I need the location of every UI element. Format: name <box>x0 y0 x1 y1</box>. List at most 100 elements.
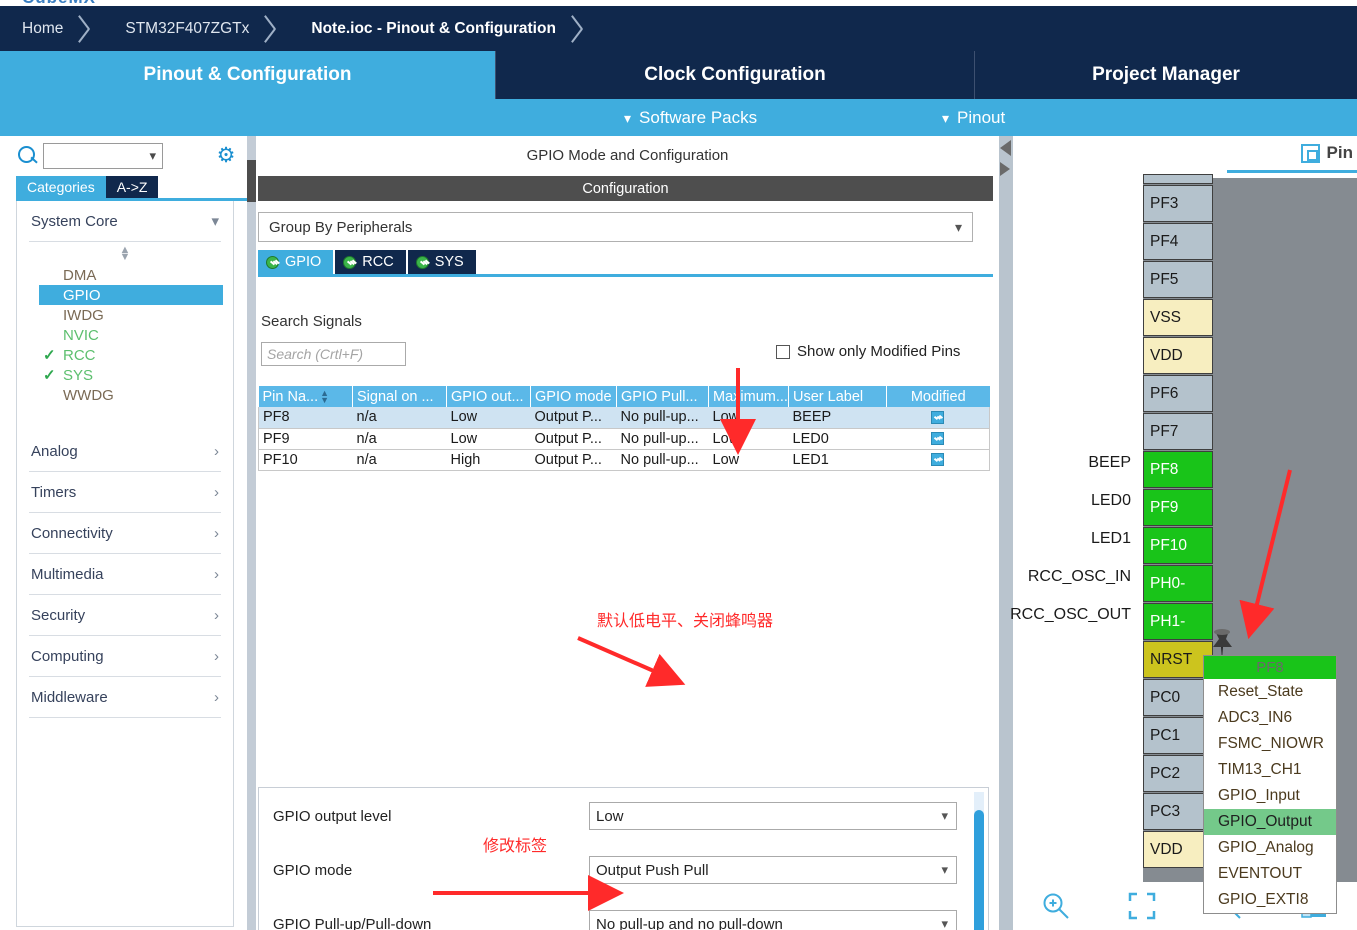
modified-checkbox[interactable] <box>931 432 945 446</box>
cell-modified[interactable] <box>886 449 990 471</box>
search-signals-input[interactable]: Search (Crtl+F) <box>261 342 406 366</box>
chevron-right-icon: › <box>214 524 219 542</box>
show-modified-pins-checkbox[interactable] <box>776 344 790 359</box>
chevron-right-icon: › <box>214 483 219 501</box>
breadcrumb-item-home[interactable]: Home <box>0 6 73 51</box>
tab-a-to-z[interactable]: A->Z <box>105 176 159 198</box>
context-menu-item-gpio-output[interactable]: GPIO_Output <box>1204 809 1336 835</box>
sidebar-item-iwdg[interactable]: IWDG <box>17 305 233 325</box>
chip-canvas[interactable]: BEEP LED0 LED1 RCC_OSC_IN RCC_OSC_OUT PF… <box>1010 174 1357 914</box>
sidebar-search-input[interactable]: ▾ <box>43 143 163 169</box>
scrollbar-thumb[interactable] <box>974 810 984 930</box>
sidebar-group-analog[interactable]: Analog › <box>17 431 233 471</box>
sidebar-item-dma[interactable]: DMA <box>17 265 233 285</box>
sidebar-group-label: Timers <box>31 483 77 501</box>
table-row[interactable]: PF10 n/a High Output P... No pull-up... … <box>258 449 990 471</box>
pin-pf3[interactable]: PF3 <box>1143 185 1213 222</box>
context-menu-item-reset-state[interactable]: Reset_State <box>1204 679 1336 705</box>
pin-pf8[interactable]: PF8 <box>1143 451 1213 488</box>
table-row[interactable]: PF8 n/a Low Output P... No pull-up... Lo… <box>258 407 990 429</box>
sidebar-item-sys[interactable]: ✓ SYS <box>17 365 233 385</box>
context-menu-item-gpio-input[interactable]: GPIO_Input <box>1204 783 1336 809</box>
context-menu-item-tim13-ch1[interactable]: TIM13_CH1 <box>1204 757 1336 783</box>
sidebar-group-security[interactable]: Security › <box>17 595 233 635</box>
modified-checkbox[interactable] <box>931 410 945 424</box>
sidebar-group-multimedia[interactable]: Multimedia › <box>17 554 233 594</box>
select-gpio-output-level[interactable]: Low ▾ <box>589 802 957 830</box>
check-icon: ✓ <box>43 367 56 384</box>
pin-ph1[interactable]: PH1- <box>1143 603 1213 640</box>
scroll-spinner-icon[interactable]: ▲ ▼ <box>17 242 233 263</box>
panel-collapse-strip[interactable] <box>999 136 1013 930</box>
menu-pinout[interactable]: ▾ Pinout <box>942 108 1005 128</box>
col-signal-on[interactable]: Signal on ... <box>352 386 447 407</box>
collapse-right-icon[interactable] <box>1000 162 1010 176</box>
collapse-left-icon[interactable] <box>1000 140 1011 156</box>
context-menu-item-fsmc-niowr[interactable]: FSMC_NIOWR <box>1204 731 1336 757</box>
select-gpio-mode[interactable]: Output Push Pull ▾ <box>589 856 957 884</box>
scrollbar-thumb[interactable] <box>247 160 256 202</box>
tab-categories[interactable]: Categories <box>16 176 106 198</box>
context-menu-item-eventout[interactable]: EVENTOUT <box>1204 861 1336 887</box>
pin-pf6[interactable]: PF6 <box>1143 375 1213 412</box>
sidebar-group-system-core[interactable]: System Core ▾ <box>17 201 233 241</box>
tab-rcc-label: RCC <box>362 254 394 270</box>
breadcrumb-item-mcu[interactable]: STM32F407ZGTx <box>103 6 259 51</box>
sidebar-group-computing[interactable]: Computing › <box>17 636 233 676</box>
cell-modified[interactable] <box>886 428 990 450</box>
sidebar-item-nvic[interactable]: NVIC <box>17 325 233 345</box>
group-by-select[interactable]: Group By Peripherals ▾ <box>258 212 973 242</box>
sidebar-group-timers[interactable]: Timers › <box>17 472 233 512</box>
sidebar-item-gpio[interactable]: GPIO <box>39 285 223 305</box>
show-modified-pins-label: Show only Modified Pins <box>797 343 961 360</box>
sidebar-item-wwdg[interactable]: WWDG <box>17 385 233 405</box>
pin-pf10[interactable]: PF10 <box>1143 527 1213 564</box>
show-modified-pins-row[interactable]: Show only Modified Pins <box>776 343 960 360</box>
col-maximum-speed[interactable]: Maximum... <box>708 386 789 407</box>
select-gpio-pull-up-pull-down[interactable]: No pull-up and no pull-down ▾ <box>589 910 957 930</box>
menu-software-packs[interactable]: ▾ Software Packs <box>624 108 757 128</box>
context-menu-item-gpio-analog[interactable]: GPIO_Analog <box>1204 835 1336 861</box>
breadcrumb-item-current[interactable]: Note.ioc - Pinout & Configuration <box>289 6 566 51</box>
pinout-view-panel: Pin BEEP LED0 LED1 RCC_OSC_IN RCC_OSC_OU… <box>999 136 1357 930</box>
pin-pf4[interactable]: PF4 <box>1143 223 1213 260</box>
tab-sys[interactable]: SYS <box>407 250 478 274</box>
tab-project-manager[interactable]: Project Manager <box>975 51 1357 99</box>
table-row[interactable]: PF9 n/a Low Output P... No pull-up... Lo… <box>258 428 990 450</box>
pin-partial-top[interactable] <box>1143 174 1213 184</box>
col-gpio-pull[interactable]: GPIO Pull... <box>616 386 709 407</box>
cell-pull: No pull-up... <box>616 428 709 450</box>
check-circle-icon <box>415 255 429 269</box>
zoom-in-icon[interactable] <box>1039 889 1073 923</box>
chevron-down-icon: ▾ <box>624 109 632 126</box>
pin-pf9[interactable]: PF9 <box>1143 489 1213 526</box>
col-user-label[interactable]: User Label <box>788 386 887 407</box>
context-menu-item-adc3-in6[interactable]: ADC3_IN6 <box>1204 705 1336 731</box>
tab-rcc[interactable]: RCC <box>335 250 408 274</box>
pin-vss[interactable]: VSS <box>1143 299 1213 336</box>
modified-checkbox[interactable] <box>931 453 945 467</box>
sidebar-group-connectivity[interactable]: Connectivity › <box>17 513 233 553</box>
pin-vdd[interactable]: VDD <box>1143 337 1213 374</box>
tab-clock-configuration[interactable]: Clock Configuration <box>496 51 975 99</box>
cell-pin-name: PF10 <box>258 449 353 471</box>
panel-scrollbar[interactable] <box>247 136 256 930</box>
gear-icon[interactable]: ⚙ <box>215 145 237 167</box>
tab-gpio[interactable]: GPIO <box>258 250 336 274</box>
form-scrollbar[interactable] <box>974 792 984 930</box>
col-gpio-output[interactable]: GPIO out... <box>446 386 531 407</box>
fit-to-screen-icon[interactable] <box>1125 889 1159 923</box>
col-pin-name[interactable]: Pin Na... ▲ ▼ <box>258 386 353 407</box>
context-menu-item-gpio-exti8[interactable]: GPIO_EXTI8 <box>1204 887 1336 913</box>
tab-pinout-configuration[interactable]: Pinout & Configuration <box>0 51 496 99</box>
col-gpio-mode[interactable]: GPIO mode <box>530 386 617 407</box>
cell-modified[interactable] <box>886 407 990 429</box>
pin-ph0[interactable]: PH0- <box>1143 565 1213 602</box>
pin-pf7[interactable]: PF7 <box>1143 413 1213 450</box>
col-modified[interactable]: Modified <box>886 386 990 407</box>
sidebar-item-rcc[interactable]: ✓ RCC <box>17 345 233 365</box>
pinout-view-header[interactable]: Pin <box>1300 136 1357 170</box>
sidebar-group-middleware[interactable]: Middleware › <box>17 677 233 717</box>
pin-pf5[interactable]: PF5 <box>1143 261 1213 298</box>
form-row-gpio-mode: GPIO mode Output Push Pull ▾ <box>259 856 972 884</box>
